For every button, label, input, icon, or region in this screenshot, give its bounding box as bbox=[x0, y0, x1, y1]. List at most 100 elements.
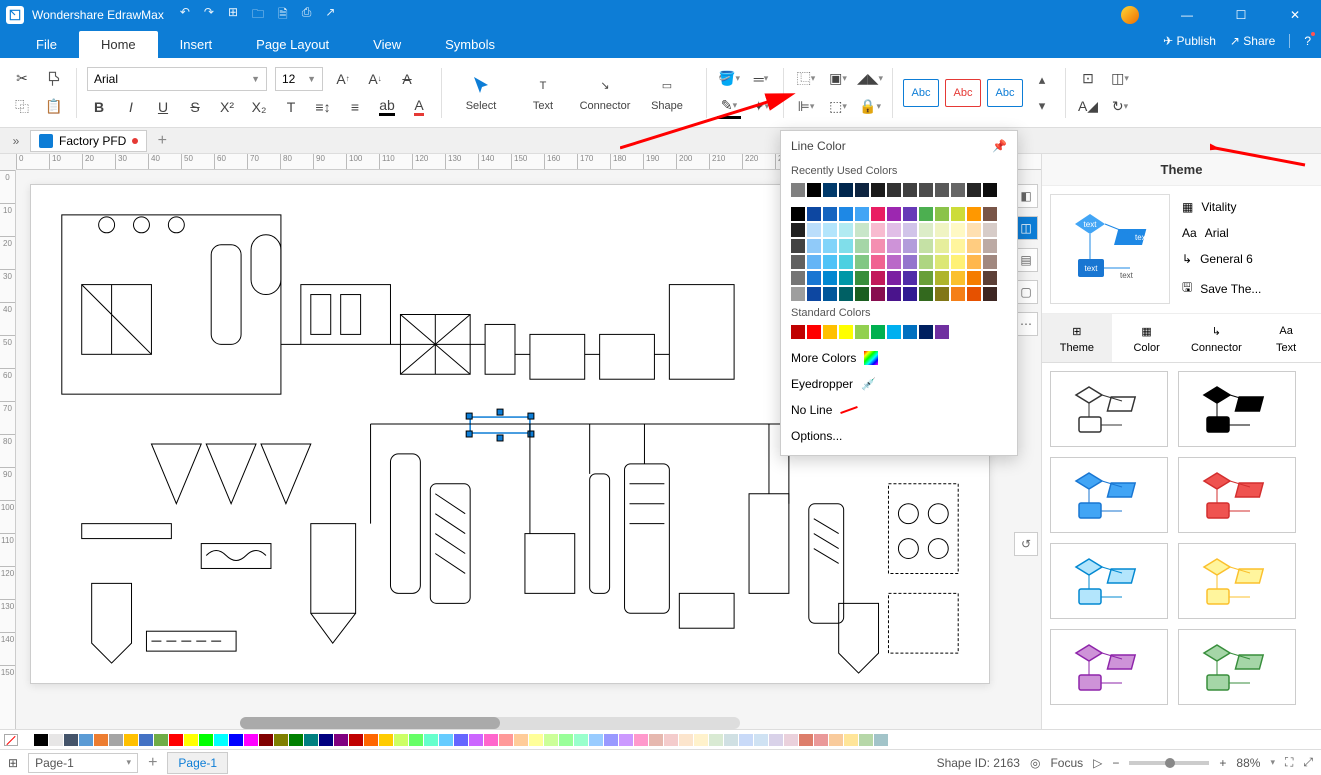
color-swatch[interactable] bbox=[807, 223, 821, 237]
line-style-icon[interactable]: ═▾ bbox=[749, 67, 773, 91]
font-color-icon[interactable]: A bbox=[407, 95, 431, 119]
position-icon[interactable]: ⊡ bbox=[1076, 67, 1100, 91]
font-select[interactable]: Arial▼ bbox=[87, 67, 267, 91]
strip-swatch[interactable] bbox=[79, 734, 93, 746]
side-history-icon[interactable]: ↺ bbox=[1014, 532, 1038, 556]
superscript-icon[interactable]: X² bbox=[215, 95, 239, 119]
maximize-button[interactable]: ☐ bbox=[1221, 8, 1261, 22]
color-swatch[interactable] bbox=[871, 255, 885, 269]
paste-icon[interactable]: 📋 bbox=[42, 95, 66, 119]
tab-file[interactable]: File bbox=[14, 31, 79, 58]
color-swatch[interactable] bbox=[807, 271, 821, 285]
minimize-button[interactable]: — bbox=[1167, 8, 1207, 22]
strip-swatch[interactable] bbox=[664, 734, 678, 746]
color-swatch[interactable] bbox=[935, 239, 949, 253]
color-swatch[interactable] bbox=[903, 287, 917, 301]
page-tab[interactable]: Page-1 bbox=[167, 752, 228, 774]
strip-swatch[interactable] bbox=[604, 734, 618, 746]
theme-style-1[interactable]: Abc bbox=[903, 79, 939, 107]
color-swatch[interactable] bbox=[807, 183, 821, 197]
bullet-list-icon[interactable]: ≡ bbox=[343, 95, 367, 119]
no-line-option[interactable]: No Line bbox=[781, 397, 1017, 423]
color-swatch[interactable] bbox=[887, 255, 901, 269]
strikethrough-icon[interactable]: S bbox=[183, 95, 207, 119]
color-swatch[interactable] bbox=[839, 223, 853, 237]
group-icon[interactable]: ⿺▾ bbox=[794, 67, 818, 91]
strip-swatch[interactable] bbox=[214, 734, 228, 746]
line-color-icon[interactable]: ✎▾ bbox=[717, 95, 741, 119]
color-swatch[interactable] bbox=[951, 183, 965, 197]
options-option[interactable]: Options... bbox=[781, 423, 1017, 449]
fill-color-icon[interactable]: 🪣▾ bbox=[717, 67, 741, 91]
zoom-out-icon[interactable]: − bbox=[1112, 756, 1119, 770]
strip-swatch[interactable] bbox=[469, 734, 483, 746]
color-swatch[interactable] bbox=[967, 271, 981, 285]
color-swatch[interactable] bbox=[823, 325, 837, 339]
color-swatch[interactable] bbox=[871, 325, 885, 339]
strip-swatch[interactable] bbox=[874, 734, 888, 746]
color-swatch[interactable] bbox=[823, 207, 837, 221]
theme-thumb[interactable] bbox=[1178, 629, 1296, 705]
share-button[interactable]: ↗ Share bbox=[1230, 34, 1275, 48]
tab-page-layout[interactable]: Page Layout bbox=[234, 31, 351, 58]
strip-swatch[interactable] bbox=[814, 734, 828, 746]
color-swatch[interactable] bbox=[903, 207, 917, 221]
strip-swatch[interactable] bbox=[844, 734, 858, 746]
color-swatch[interactable] bbox=[935, 325, 949, 339]
color-swatch[interactable] bbox=[855, 271, 869, 285]
color-swatch[interactable] bbox=[903, 271, 917, 285]
theme-thumb[interactable] bbox=[1178, 457, 1296, 533]
italic-icon[interactable]: I bbox=[119, 95, 143, 119]
strip-swatch[interactable] bbox=[499, 734, 513, 746]
text-style-icon[interactable]: A◢ bbox=[1076, 95, 1100, 119]
strip-swatch[interactable] bbox=[274, 734, 288, 746]
color-swatch[interactable] bbox=[887, 183, 901, 197]
connector-tool[interactable]: ↘Connector bbox=[576, 74, 634, 112]
strip-swatch[interactable] bbox=[559, 734, 573, 746]
color-swatch[interactable] bbox=[951, 239, 965, 253]
color-swatch[interactable] bbox=[807, 287, 821, 301]
add-tab-button[interactable]: + bbox=[151, 132, 173, 150]
strip-swatch[interactable] bbox=[514, 734, 528, 746]
expand-tabs-icon[interactable]: » bbox=[6, 134, 26, 148]
theme-style-2[interactable]: Abc bbox=[945, 79, 981, 107]
help-button[interactable]: ? bbox=[1304, 34, 1311, 48]
theme-up-icon[interactable]: ▴ bbox=[1029, 70, 1055, 90]
tab-view[interactable]: View bbox=[351, 31, 423, 58]
strip-swatch[interactable] bbox=[574, 734, 588, 746]
rp-tab-color[interactable]: ▦Color bbox=[1112, 314, 1182, 362]
strip-swatch[interactable] bbox=[769, 734, 783, 746]
shape-tool[interactable]: ▭Shape bbox=[638, 74, 696, 112]
play-icon[interactable]: ▷ bbox=[1093, 756, 1102, 770]
add-page-button[interactable]: + bbox=[148, 754, 157, 772]
color-swatch[interactable] bbox=[791, 287, 805, 301]
strip-swatch[interactable] bbox=[634, 734, 648, 746]
strip-swatch[interactable] bbox=[619, 734, 633, 746]
zoom-slider[interactable] bbox=[1129, 761, 1209, 765]
text-tool[interactable]: TText bbox=[514, 74, 572, 112]
color-swatch[interactable] bbox=[871, 271, 885, 285]
color-swatch[interactable] bbox=[983, 223, 997, 237]
color-swatch[interactable] bbox=[807, 325, 821, 339]
color-swatch[interactable] bbox=[823, 239, 837, 253]
theme-opt-colors[interactable]: ▦Vitality bbox=[1182, 194, 1317, 220]
color-swatch[interactable] bbox=[791, 325, 805, 339]
color-swatch[interactable] bbox=[887, 239, 901, 253]
strip-swatch[interactable] bbox=[409, 734, 423, 746]
color-swatch[interactable] bbox=[887, 271, 901, 285]
color-swatch[interactable] bbox=[935, 223, 949, 237]
lock-icon[interactable]: 🔒▾ bbox=[858, 95, 882, 119]
color-swatch[interactable] bbox=[855, 207, 869, 221]
theme-thumb[interactable] bbox=[1050, 543, 1168, 619]
subscript-icon[interactable]: X₂ bbox=[247, 95, 271, 119]
color-swatch[interactable] bbox=[919, 255, 933, 269]
select-tool[interactable]: Select bbox=[452, 74, 510, 112]
flip-icon[interactable]: ◢◣▾ bbox=[858, 67, 882, 91]
color-swatch[interactable] bbox=[807, 207, 821, 221]
strip-swatch[interactable] bbox=[739, 734, 753, 746]
color-swatch[interactable] bbox=[839, 239, 853, 253]
strip-swatch[interactable] bbox=[349, 734, 363, 746]
color-swatch[interactable] bbox=[887, 223, 901, 237]
strip-swatch[interactable] bbox=[694, 734, 708, 746]
color-swatch[interactable] bbox=[919, 223, 933, 237]
